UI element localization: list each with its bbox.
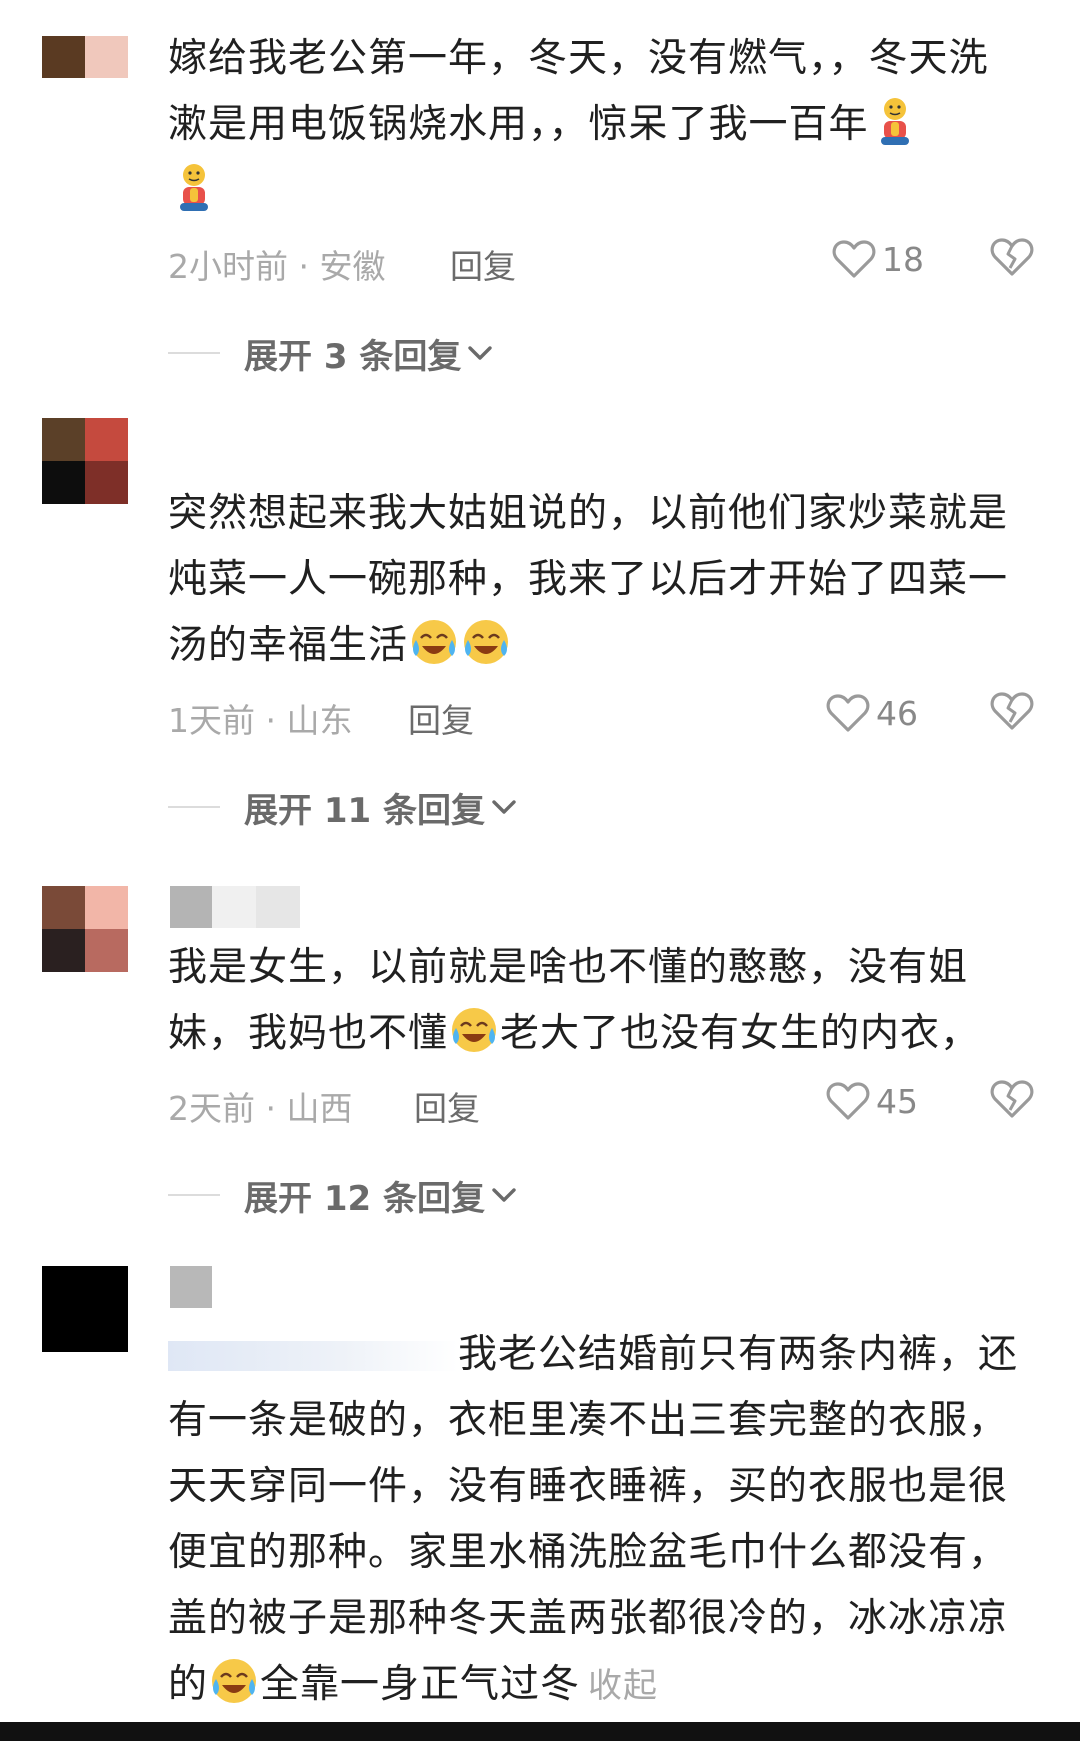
comment-meta: 2天前 · 山西 回复 45 — [168, 1076, 1048, 1128]
broken-heart-icon — [990, 238, 1034, 276]
mention-blurred[interactable] — [168, 1341, 458, 1371]
comment-meta: 2小时前 · 安徽 回复 18 — [168, 234, 1048, 286]
reply-button[interactable]: 回复 — [414, 1082, 480, 1130]
bottom-edge-bar — [0, 1722, 1080, 1741]
like-button[interactable]: 46 — [826, 688, 918, 738]
heart-outline-icon — [832, 240, 876, 278]
reply-button[interactable]: 回复 — [450, 240, 516, 288]
expand-replies-button[interactable]: 展开 11 条回复 — [168, 782, 517, 832]
comment-meta: 1天前 · 山东 回复 46 — [168, 688, 1048, 740]
heart-outline-icon — [826, 1082, 870, 1120]
like-count: 46 — [876, 693, 918, 733]
avatar[interactable] — [42, 886, 128, 972]
broken-heart-icon — [990, 692, 1034, 730]
time-location: 1天前 · 山东 — [168, 701, 353, 740]
collapse-button[interactable]: 收起 — [588, 1666, 658, 1706]
avatar[interactable] — [42, 418, 128, 504]
tears-of-joy-emoji-icon — [464, 620, 509, 664]
username-blurred[interactable] — [170, 886, 300, 928]
like-count: 18 — [882, 239, 924, 279]
chevron-down-icon — [468, 346, 493, 360]
pray-emoji-icon — [180, 164, 208, 211]
chevron-down-icon — [492, 1188, 516, 1202]
divider — [168, 806, 220, 808]
like-count: 45 — [876, 1081, 918, 1121]
reply-button[interactable]: 回复 — [408, 694, 474, 742]
avatar[interactable] — [42, 1266, 128, 1352]
expand-label: 展开 11 条回复 — [244, 790, 485, 831]
tears-of-joy-emoji-icon — [452, 1008, 497, 1052]
tears-of-joy-emoji-icon — [212, 1659, 257, 1703]
comment-text: 嫁给我老公第一年，冬天，没有燃气，，冬天洗漱是用电饭锅烧水用，，惊呆了我一百年 — [168, 26, 1020, 224]
avatar[interactable] — [42, 36, 128, 78]
tears-of-joy-emoji-icon — [412, 620, 457, 664]
heart-outline-icon — [826, 694, 870, 732]
pray-emoji-icon — [880, 98, 909, 145]
divider — [168, 1194, 220, 1196]
chevron-down-icon — [492, 800, 516, 814]
like-button[interactable]: 18 — [832, 234, 924, 284]
time-location: 2天前 · 山西 — [168, 1089, 353, 1128]
expand-label: 展开 12 条回复 — [244, 1178, 485, 1219]
dislike-button[interactable] — [990, 236, 1034, 282]
comment-text: 突然想起来我大姑姐说的，以前他们家炒菜就是炖菜一人一碗那种，我来了以后才开始了四… — [168, 491, 1009, 668]
time-location: 2小时前 · 安徽 — [168, 247, 386, 286]
expand-replies-button[interactable]: 展开 3 条回复 — [168, 328, 493, 378]
comment-text: 我是女生，以前就是啥也不懂的憨憨，没有姐妹，我妈也不懂 老大了也没有女生的内衣， — [168, 945, 981, 1056]
username-blurred[interactable] — [170, 1266, 212, 1308]
divider — [168, 352, 220, 354]
dislike-button[interactable] — [990, 1078, 1034, 1124]
broken-heart-icon — [990, 1080, 1034, 1118]
expand-replies-button[interactable]: 展开 12 条回复 — [168, 1170, 517, 1220]
dislike-button[interactable] — [990, 690, 1034, 736]
expand-label: 展开 3 条回复 — [244, 336, 462, 377]
comment-text: 我老公结婚前只有两条内裤，还有一条是破的，衣柜里凑不出三套完整的衣服，天天穿同一… — [168, 1332, 1019, 1707]
like-button[interactable]: 45 — [826, 1076, 918, 1126]
